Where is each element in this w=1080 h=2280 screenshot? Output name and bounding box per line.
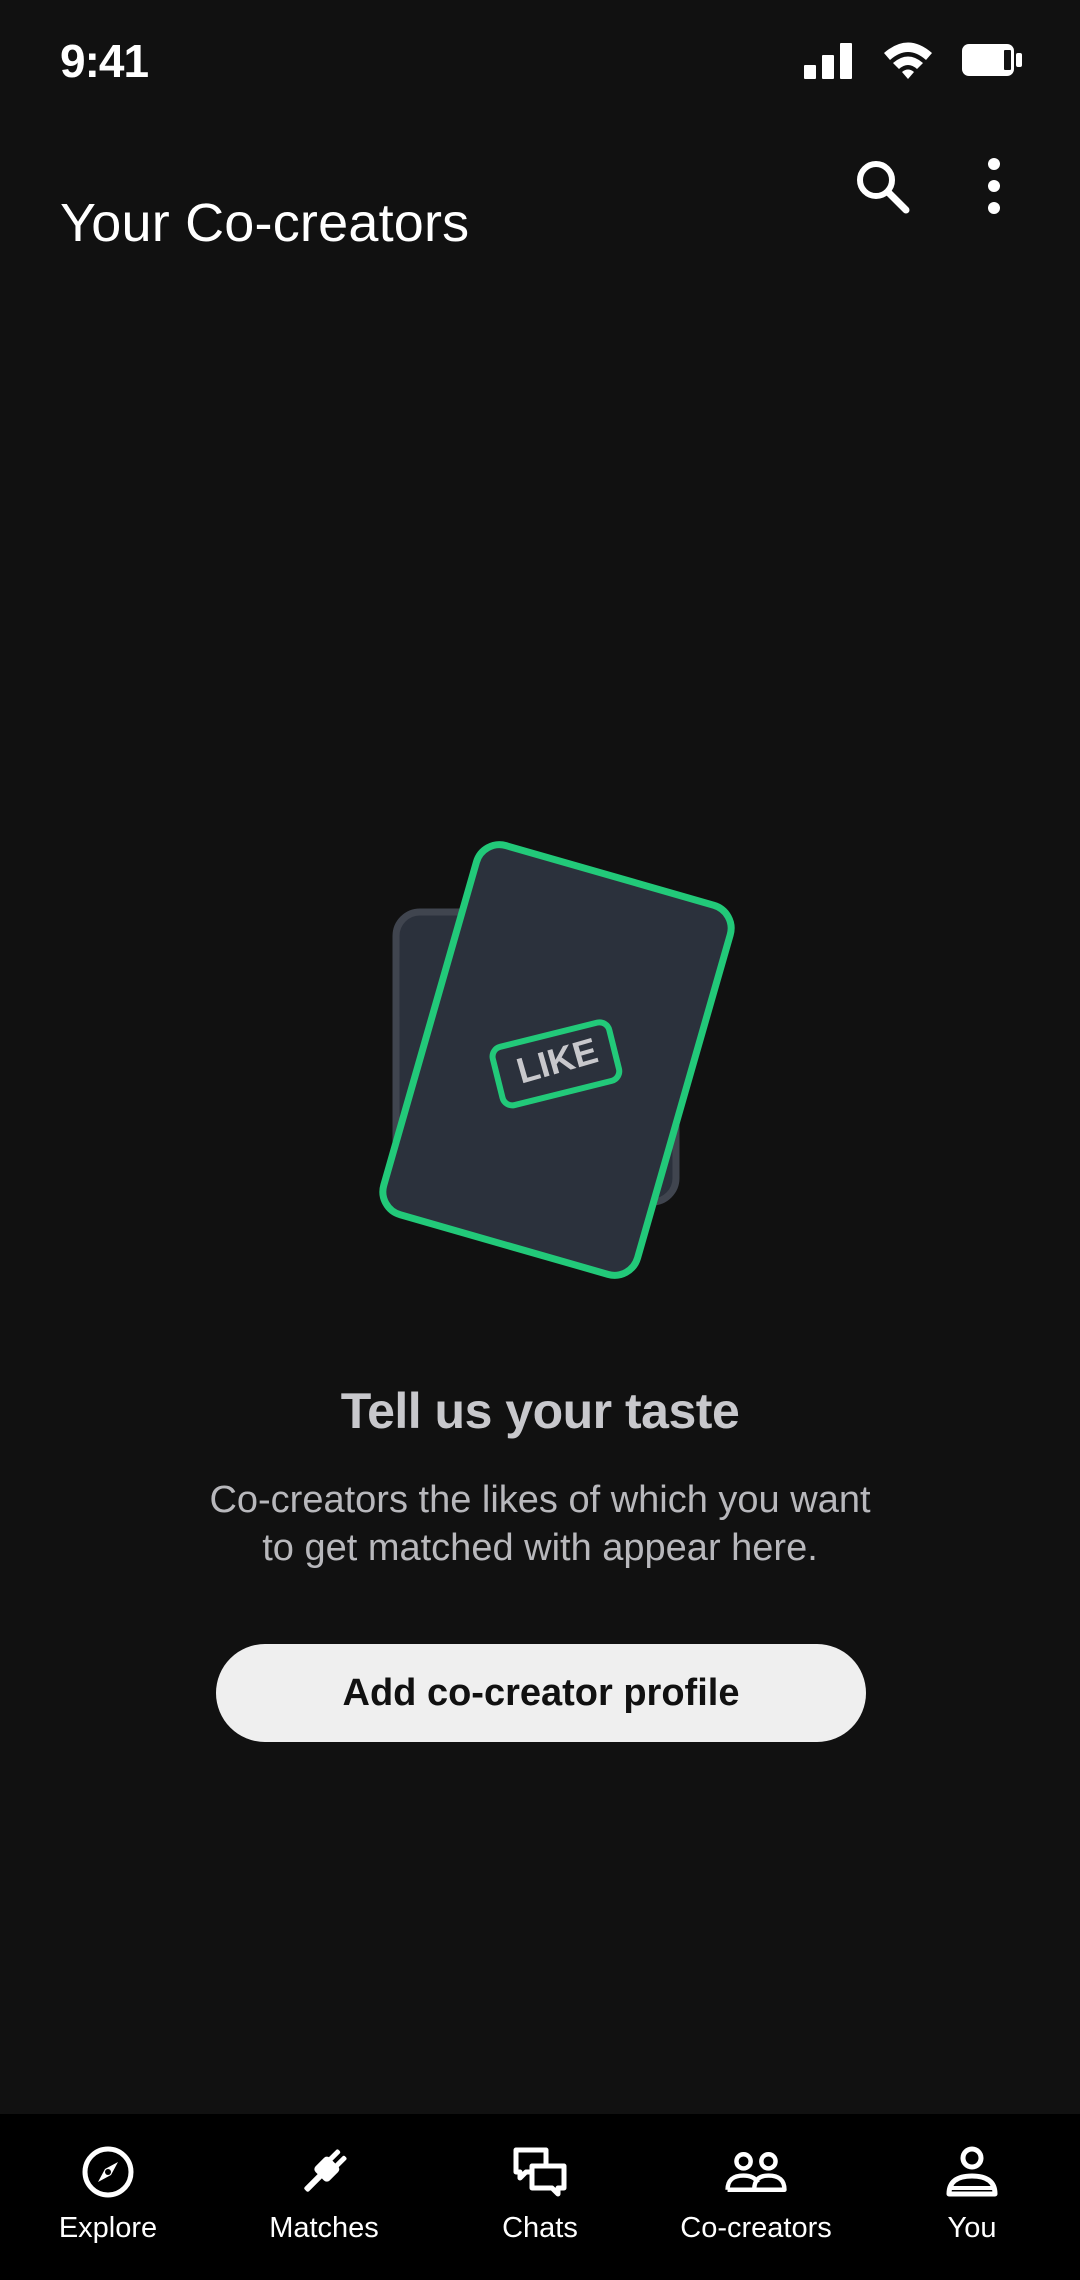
- page-title: Your Co-creators: [60, 193, 470, 254]
- empty-state-title: Tell us your taste: [340, 1383, 740, 1439]
- status-bar: 9:41: [0, 0, 1080, 130]
- more-options-button[interactable]: [954, 148, 1034, 228]
- nav-item-chats[interactable]: Chats: [432, 2114, 648, 2280]
- nav-label-explore: Explore: [58, 2212, 158, 2244]
- nav-label-chats: Chats: [502, 2212, 578, 2244]
- plug-icon: [292, 2140, 356, 2204]
- people-icon: [724, 2140, 788, 2204]
- more-vertical-icon: [984, 156, 1004, 221]
- nav-label-co-creators: Co-creators: [680, 2212, 832, 2244]
- empty-state-description: Co-creators the likes of which you want …: [209, 1479, 871, 1569]
- nav-item-co-creators[interactable]: Co-creators: [648, 2114, 864, 2280]
- add-co-creator-profile-button[interactable]: Add co-creator profile: [216, 1644, 866, 1742]
- status-time: 9:41: [60, 35, 149, 87]
- signal-icon: [804, 41, 856, 84]
- chat-bubbles-icon: [508, 2140, 572, 2204]
- search-button[interactable]: [842, 148, 922, 228]
- wifi-icon: [882, 40, 934, 85]
- empty-state-illustration: LIKE: [360, 830, 760, 1340]
- search-icon: [853, 157, 911, 220]
- app-header: Your Co-creators: [0, 130, 1080, 253]
- bottom-navigation: Explore Matches Chats Co-creators You: [0, 2114, 1080, 2280]
- nav-label-you: You: [947, 2212, 997, 2244]
- compass-icon: [76, 2140, 140, 2204]
- nav-item-matches[interactable]: Matches: [216, 2114, 432, 2280]
- nav-label-matches: Matches: [269, 2212, 379, 2244]
- battery-icon: [960, 42, 1024, 83]
- person-icon: [940, 2140, 1004, 2204]
- nav-item-explore[interactable]: Explore: [0, 2114, 216, 2280]
- nav-item-you[interactable]: You: [864, 2114, 1080, 2280]
- status-icons: [804, 40, 1024, 85]
- card-stack-illustration: LIKE: [379, 841, 735, 1279]
